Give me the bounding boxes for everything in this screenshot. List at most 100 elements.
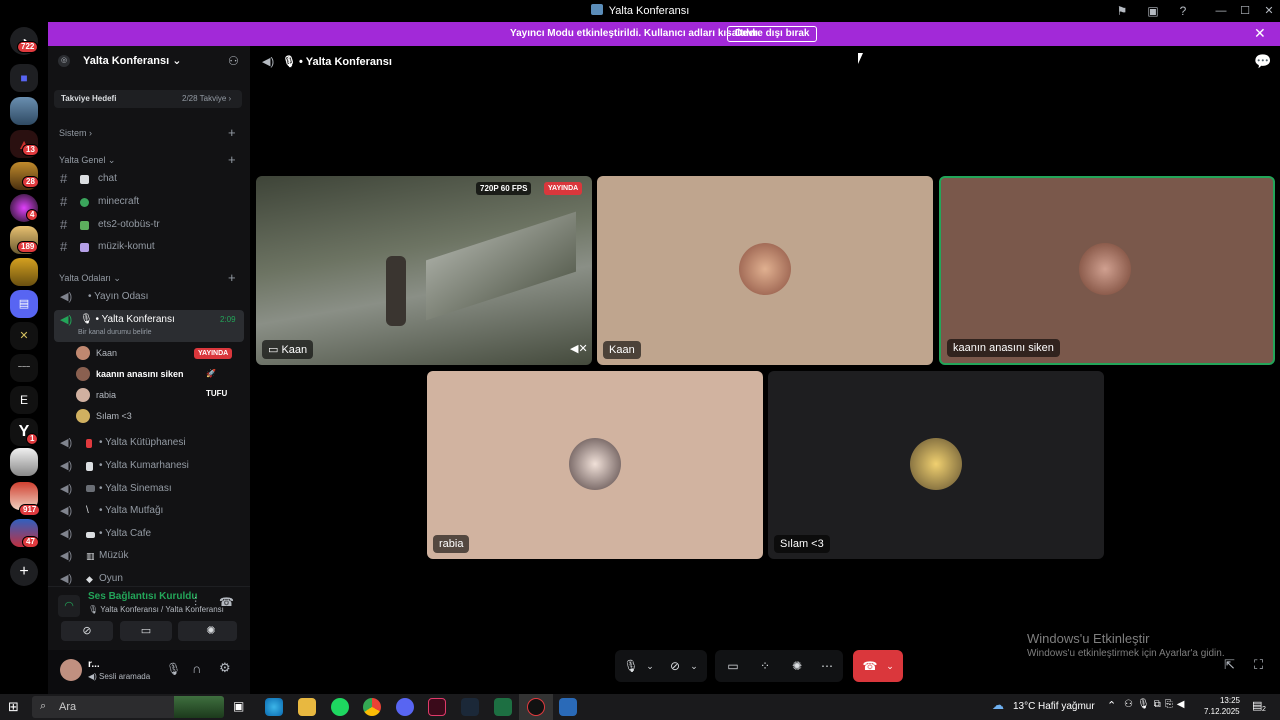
app-icon[interactable] bbox=[428, 698, 446, 716]
app-icon[interactable] bbox=[559, 698, 577, 716]
chat-icon[interactable]: 💬 bbox=[1254, 53, 1271, 70]
bus-icon bbox=[80, 221, 89, 230]
category-yalta-odalari[interactable]: Yalta Odaları ⌄ bbox=[59, 273, 121, 284]
tray-icons[interactable]: ⚇🎙⧉⎘◀ bbox=[1124, 699, 1189, 710]
active-voice-channel[interactable]: ◀) 🎙 • Yalta Konferansı 2:09 Bir kanal d… bbox=[54, 310, 244, 342]
windows-start-icon[interactable]: ⊞ bbox=[8, 699, 19, 715]
fullscreen-icon[interactable]: ⛶ bbox=[1254, 657, 1263, 673]
stream-tile[interactable]: 720P 60 FPS YAYINDA ▭ Kaan ◀✕ bbox=[256, 176, 592, 365]
screen-share-icon[interactable]: ▭ bbox=[721, 650, 745, 682]
server-icon[interactable]: ✕ bbox=[10, 322, 38, 350]
channel-chat[interactable]: # chat bbox=[54, 169, 244, 189]
participant-tile[interactable]: rabia bbox=[427, 371, 763, 559]
server-name-header[interactable]: Yalta Konferansı ⌄ bbox=[83, 54, 181, 67]
signal-icon[interactable]: ◠ bbox=[58, 595, 80, 617]
speaker-icon: ◀) bbox=[60, 483, 73, 495]
channel-muzik-komut[interactable]: # müzik-komut bbox=[54, 237, 244, 257]
soundboard-button[interactable]: ✺ bbox=[185, 621, 237, 641]
channel-status[interactable]: Bir kanal durumu belirle bbox=[78, 329, 152, 336]
noise-suppression-icon[interactable]: ⫶ bbox=[194, 595, 197, 610]
task-view-icon[interactable]: ▣ bbox=[233, 699, 244, 713]
speaker-icon: ◀) bbox=[60, 460, 73, 472]
disable-streamer-mode-button[interactable]: Devre dışı bırak bbox=[727, 26, 818, 42]
clock-time[interactable]: 13:25 bbox=[1212, 696, 1240, 705]
server-icon[interactable]: ~~~ bbox=[10, 354, 38, 382]
spotify-icon[interactable] bbox=[331, 698, 349, 716]
chevron-down-icon[interactable]: ⌄ bbox=[687, 650, 701, 682]
discord-icon[interactable] bbox=[396, 698, 414, 716]
channel-minecraft[interactable]: # minecraft bbox=[54, 192, 244, 212]
file-explorer-icon[interactable] bbox=[298, 698, 316, 716]
participant-tile-speaking[interactable]: kaanın anasını siken bbox=[939, 176, 1275, 365]
voice-channel[interactable]: ◀) ◆ Oyun bbox=[54, 569, 244, 586]
category-sistem[interactable]: Sistem › bbox=[59, 128, 92, 138]
server-icon[interactable]: ▤ bbox=[10, 290, 38, 318]
participant-tile[interactable]: Sılam <3 bbox=[768, 371, 1104, 559]
server-icon[interactable] bbox=[10, 97, 38, 125]
weather-temp[interactable]: 13°C bbox=[1013, 701, 1035, 712]
add-channel-icon[interactable]: + bbox=[228, 270, 236, 285]
gear-icon[interactable]: ⚙ bbox=[219, 660, 231, 676]
tray-expand-icon[interactable]: ⌃ bbox=[1107, 699, 1116, 712]
server-badge: 28 bbox=[22, 176, 39, 188]
pop-out-icon[interactable]: ⇱ bbox=[1224, 657, 1235, 673]
steam-icon[interactable] bbox=[461, 698, 479, 716]
camera-off-icon[interactable]: ⊘ bbox=[665, 650, 685, 682]
more-icon[interactable]: ⋯ bbox=[815, 650, 839, 682]
hangup-icon[interactable]: ☎ bbox=[859, 650, 881, 682]
invite-icon[interactable]: ⚇ bbox=[228, 54, 239, 68]
clock-date[interactable]: 7.12.2025 bbox=[1204, 707, 1240, 716]
minimize-button[interactable]: — bbox=[1209, 2, 1233, 20]
participant-name: Kaan bbox=[603, 341, 641, 359]
taskbar-search[interactable]: ⌕ Ara bbox=[32, 696, 224, 718]
voice-channel[interactable]: ◀) ▥ Müzük bbox=[54, 546, 244, 566]
voice-channel[interactable]: ◀) • Yalta Kumarhanesi bbox=[54, 456, 244, 476]
edge-icon[interactable] bbox=[265, 698, 283, 716]
chevron-down-icon[interactable]: ⌄ bbox=[883, 650, 897, 682]
screen-share-button[interactable]: ▭ bbox=[120, 621, 172, 641]
add-channel-icon[interactable]: + bbox=[228, 152, 236, 167]
boost-progress: 2/28 Takviye › bbox=[182, 94, 232, 103]
channel-ets2[interactable]: # ets2-otobüs-tr bbox=[54, 215, 244, 235]
voice-channel[interactable]: ◀) • Yalta Kütüphanesi bbox=[54, 433, 244, 453]
voice-channel[interactable]: ◀) \ • Yalta Mutfağı bbox=[54, 501, 244, 521]
app-icon bbox=[590, 4, 603, 15]
connection-status[interactable]: Ses Bağlantısı Kuruldu bbox=[88, 591, 197, 602]
server-icon[interactable] bbox=[10, 448, 38, 476]
music-icon bbox=[80, 243, 89, 252]
inbox-icon[interactable]: ⚑ bbox=[1114, 3, 1130, 19]
voice-channel[interactable]: ◀) • Yalta Sineması bbox=[54, 479, 244, 499]
activities-icon[interactable]: ⁘ bbox=[753, 650, 777, 682]
voice-channel[interactable]: ◀) • Yalta Cafe bbox=[54, 524, 244, 544]
add-server-icon[interactable]: + bbox=[10, 558, 38, 586]
disconnect-icon[interactable]: ☎ bbox=[219, 595, 234, 609]
server-icon[interactable]: E bbox=[10, 386, 38, 414]
excel-icon[interactable] bbox=[494, 698, 512, 716]
microphone-icon[interactable]: 🎙 bbox=[621, 650, 641, 682]
help-icon[interactable]: ? bbox=[1175, 3, 1191, 19]
microphone-icon[interactable]: 🎙 bbox=[166, 662, 181, 676]
chrome-icon[interactable] bbox=[363, 698, 381, 716]
add-channel-icon[interactable]: + bbox=[228, 125, 236, 140]
notification-icon[interactable]: ▤ bbox=[1252, 699, 1262, 712]
screen-icon[interactable]: ▣ bbox=[1145, 3, 1161, 19]
obs-icon[interactable] bbox=[527, 698, 545, 716]
maximize-button[interactable]: ☐ bbox=[1233, 2, 1257, 20]
weather-desc[interactable]: Hafif yağmur bbox=[1038, 701, 1095, 712]
server-icon[interactable] bbox=[10, 258, 38, 286]
soundboard-icon[interactable]: ✺ bbox=[785, 650, 809, 682]
participant-tile[interactable]: Kaan bbox=[597, 176, 933, 365]
close-icon[interactable]: ✕ bbox=[1254, 25, 1266, 42]
chevron-down-icon[interactable]: ⌄ bbox=[643, 650, 657, 682]
voice-channel-yayin-odasi[interactable]: ◀) • Yayın Odası bbox=[54, 287, 244, 307]
avatar bbox=[1079, 243, 1131, 295]
mute-icon[interactable]: ◀✕ bbox=[570, 342, 588, 355]
close-window-button[interactable]: ✕ bbox=[1257, 2, 1280, 20]
camera-off-button[interactable]: ⊘ bbox=[61, 621, 113, 641]
folder-icon[interactable]: ■ bbox=[10, 64, 38, 92]
headphones-icon[interactable]: ∩ bbox=[192, 661, 201, 676]
category-yalta-genel[interactable]: Yalta Genel ⌄ bbox=[59, 155, 115, 166]
hash-icon: # bbox=[60, 239, 68, 254]
avatar[interactable] bbox=[60, 659, 82, 681]
boost-goal[interactable]: Takviye Hedefi 2/28 Takviye › bbox=[54, 90, 242, 108]
